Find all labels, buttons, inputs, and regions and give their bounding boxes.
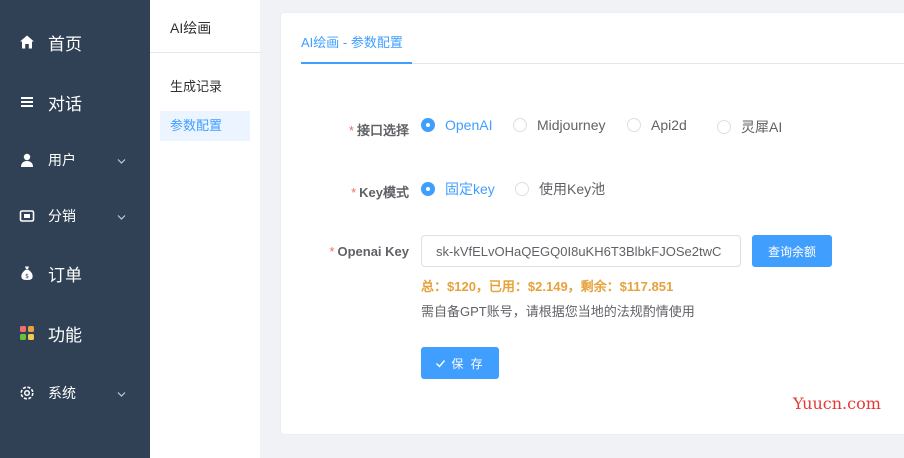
radio-dot [421,118,435,132]
watermark: Yuucn.com [793,394,881,413]
tab-bar: AI绘画 - 参数配置 [301,13,904,64]
query-balance-button[interactable]: 查询余额 [752,235,832,267]
radio-lingxi-ai[interactable]: 灵犀AI [717,117,782,137]
secondary-menu: AI绘画 生成记录 参数配置 [150,0,260,458]
home-icon [18,33,36,51]
submenu-title: AI绘画 [170,20,212,36]
tab-ai-drawing-settings[interactable]: AI绘画 - 参数配置 [301,13,412,64]
submenu-divider [150,52,260,53]
apps-icon [18,324,36,342]
balance-text: 总：$120，已用：$2.149，剩余：$117.851 [421,279,674,294]
nav-item-label: 订单 [48,265,82,285]
save-button[interactable]: 保 存 [421,347,499,379]
nav-item-distribution[interactable]: 分销 [0,196,150,236]
radio-dot [717,120,731,134]
main-sidebar: 首页 对话 用户 分销 $ 订单 功能 系统 [0,0,150,458]
save-button-label: 保 存 [451,356,485,371]
nav-item-label: 用户 [48,152,76,168]
nav-item-label: 对话 [48,94,82,114]
radio-dot [515,182,529,196]
nav-item-orders[interactable]: $ 订单 [0,253,150,293]
money-bag-icon: $ [18,264,36,282]
submenu-item-history[interactable]: 生成记录 [160,72,250,102]
openai-key-input[interactable] [421,235,741,267]
nav-item-chat[interactable]: 对话 [0,82,150,122]
nav-item-users[interactable]: 用户 [0,140,150,180]
list-icon [18,93,36,111]
check-icon [436,359,446,368]
radio-key-pool[interactable]: 使用Key池 [515,179,605,199]
submenu-item-settings[interactable]: 参数配置 [160,111,250,141]
radio-fixed-key[interactable]: 固定key [421,179,495,199]
nav-item-label: 系统 [48,385,76,401]
nav-item-label: 分销 [48,208,76,224]
nav-item-home[interactable]: 首页 [0,22,150,62]
hint-text: 需自备GPT账号，请根据您当地的法规酌情使用 [421,304,695,319]
nav-item-label: 首页 [48,34,82,54]
radio-dot [627,118,641,132]
radio-api2d[interactable]: Api2d [627,117,687,133]
chevron-down-icon [117,386,126,397]
wallet-icon [18,207,36,225]
openai-key-label: * Openai Key [329,244,409,259]
key-mode-label: * Key模式 [351,185,409,200]
nav-item-label: 功能 [48,325,82,345]
radio-midjourney[interactable]: Midjourney [513,117,605,133]
radio-dot [513,118,527,132]
radio-openai[interactable]: OpenAI [421,117,492,133]
user-icon [18,151,36,169]
svg-text:$: $ [25,273,29,280]
nav-item-features[interactable]: 功能 [0,313,150,353]
chevron-down-icon [117,153,126,164]
settings-card: AI绘画 - 参数配置 * 接口选择 OpenAI Midjourney Api2… [280,12,904,435]
nav-item-system[interactable]: 系统 [0,373,150,413]
radio-dot [421,182,435,196]
chevron-down-icon [117,209,126,220]
gear-icon [18,384,36,402]
interface-label: * 接口选择 [348,123,409,138]
